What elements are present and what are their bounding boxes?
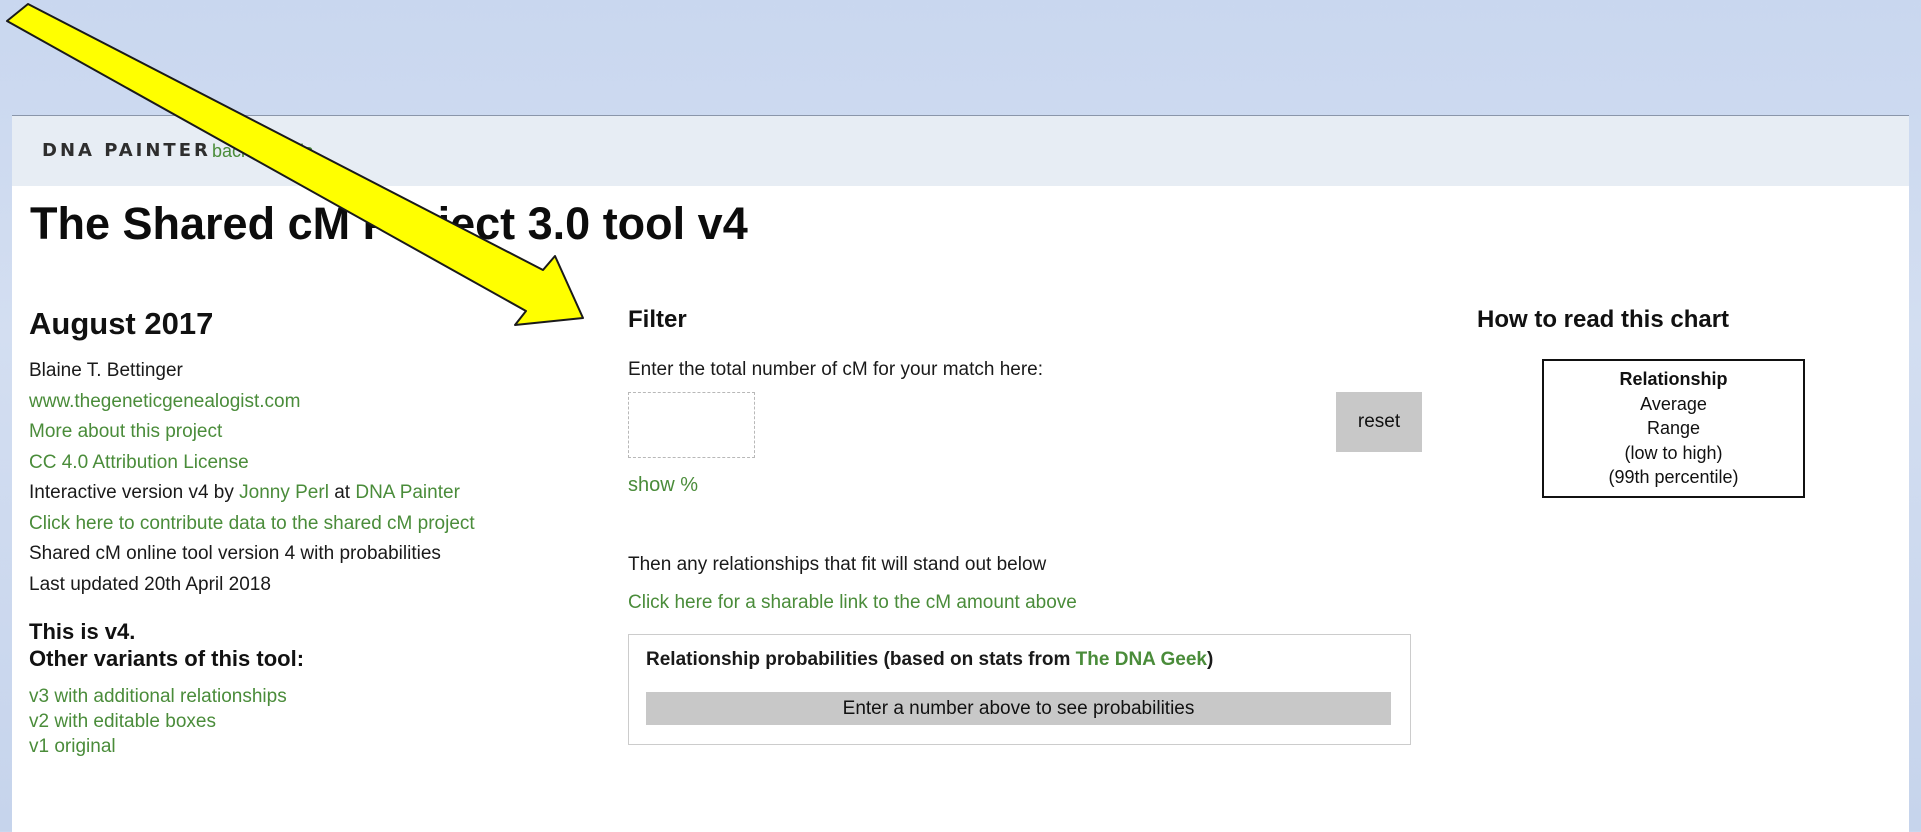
cm-input-field[interactable]	[628, 392, 755, 458]
probabilities-title: Relationship probabilities (based on sta…	[646, 649, 1213, 671]
contribute-link[interactable]: Click here to contribute data to the sha…	[29, 509, 629, 540]
legend-low-high: (low to high)	[1624, 442, 1723, 463]
interactive-prefix: Interactive version v4 by	[29, 482, 240, 503]
top-navbar: DNA PAINTER back to tools	[12, 116, 1909, 186]
filter-column: Filter Enter the total number of cM for …	[628, 306, 1428, 745]
variant-link-v3[interactable]: v3 with additional relationships	[29, 684, 629, 709]
tool-version-text: Shared cM online tool version 4 with pro…	[29, 543, 441, 564]
info-column: August 2017 Blaine T. Bettinger www.theg…	[29, 306, 629, 759]
prob-title-suffix: )	[1206, 649, 1214, 670]
legend-range: Range	[1646, 418, 1701, 438]
filter-heading: Filter	[628, 306, 687, 333]
legend-box: Relationship Average Range (low to high)…	[1542, 359, 1805, 498]
legend-relationship: Relationship	[1619, 369, 1728, 389]
variant-link-v2[interactable]: v2 with editable boxes	[29, 709, 629, 734]
website-link[interactable]: www.thegeneticgenealogist.com	[29, 387, 629, 418]
page-content: DNA PAINTER back to tools The Shared cM …	[12, 115, 1909, 832]
legend-heading: How to read this chart	[1477, 306, 1730, 333]
dna-painter-link[interactable]: DNA Painter	[355, 482, 460, 503]
cm-input-hint: Enter the total number of cM for your ma…	[628, 359, 1044, 380]
page-title: The Shared cM Project 3.0 tool v4	[30, 198, 748, 249]
last-updated-text: Last updated 20th April 2018	[29, 573, 271, 595]
probabilities-placeholder: Enter a number above to see probabilitie…	[646, 692, 1391, 725]
date-heading: August 2017	[29, 306, 214, 341]
interactive-version-line: Interactive version v4 by Jonny Perl at …	[29, 478, 629, 509]
more-about-link[interactable]: More about this project	[29, 417, 629, 448]
variant-link-v1[interactable]: v1 original	[29, 734, 629, 759]
instructions-text: Then any relationships that fit will sta…	[628, 554, 1047, 575]
prob-title-prefix: Relationship probabilities (based on sta…	[646, 649, 1076, 670]
license-link[interactable]: CC 4.0 Attribution License	[29, 448, 629, 479]
legend-percentile: (99th percentile)	[1608, 467, 1739, 487]
legend-column: How to read this chart Relationship Aver…	[1477, 306, 1805, 498]
probabilities-panel: Relationship probabilities (based on sta…	[628, 634, 1411, 745]
show-percent-link[interactable]: show %	[628, 474, 698, 497]
author-link[interactable]: Jonny Perl	[239, 482, 329, 503]
interactive-at: at	[328, 482, 356, 503]
author-name: Blaine T. Bettinger	[29, 360, 183, 381]
dna-geek-link[interactable]: The DNA Geek	[1076, 649, 1207, 670]
variants-heading-line-1: This is v4.	[29, 619, 136, 644]
variants-heading: This is v4. Other variants of this tool:	[29, 618, 629, 672]
legend-average: Average	[1640, 393, 1707, 414]
share-link[interactable]: Click here for a sharable link to the cM…	[628, 592, 1077, 614]
back-to-tools-link[interactable]: back to tools	[212, 141, 313, 162]
variants-heading-line-2: Other variants of this tool:	[29, 646, 305, 671]
reset-button[interactable]: reset	[1336, 392, 1422, 452]
brand-logo[interactable]: DNA PAINTER	[42, 140, 211, 161]
